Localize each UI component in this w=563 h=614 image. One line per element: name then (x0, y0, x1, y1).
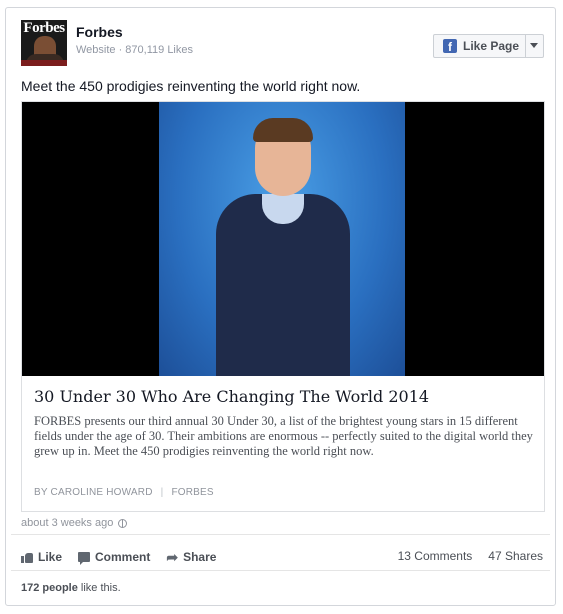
share-button[interactable]: ➦ Share (166, 550, 216, 564)
post-timestamp[interactable]: about 3 weeks ago (21, 517, 128, 529)
comments-count-link[interactable]: 13 Comments (398, 549, 473, 563)
like-page-button[interactable]: f Like Page (433, 34, 544, 58)
link-attachment[interactable]: 30 Under 30 Who Are Changing The World 2… (21, 101, 545, 512)
byline-separator: | (160, 487, 164, 498)
like-page-label: Like Page (463, 39, 520, 53)
likes-count-link[interactable]: 172 people (21, 582, 78, 594)
share-arrow-icon: ➦ (166, 549, 179, 565)
caret-down-icon[interactable] (530, 43, 538, 48)
like-button[interactable]: Like (21, 550, 62, 564)
likes-summary: 172 people like this. (21, 582, 121, 594)
divider (11, 570, 550, 571)
article-byline: By Caroline Howard | Forbes (34, 487, 214, 498)
button-separator (525, 35, 526, 57)
action-bar: Like Comment ➦ Share (21, 549, 232, 565)
article-description: FORBES presents our third annual 30 Unde… (34, 414, 533, 458)
facebook-post-card: Forbes Forbes Website · 870,119 Likes f … (5, 7, 556, 606)
page-meta: Website · 870,119 Likes (76, 44, 193, 56)
page-avatar[interactable]: Forbes (21, 20, 67, 66)
engagement-counts: 13 Comments 47 Shares (382, 549, 543, 563)
article-title[interactable]: 30 Under 30 Who Are Changing The World 2… (34, 387, 534, 406)
article-photo[interactable] (22, 102, 544, 376)
comment-label: Comment (95, 550, 151, 564)
article-source: Forbes (171, 487, 214, 498)
divider (11, 534, 550, 535)
page-name-link[interactable]: Forbes (76, 24, 123, 40)
speech-bubble-icon (78, 552, 91, 565)
like-label: Like (38, 550, 63, 564)
article-author: By Caroline Howard (34, 487, 153, 498)
timestamp-text: about 3 weeks ago (21, 517, 114, 529)
likes-suffix: like this. (77, 582, 121, 594)
share-label: Share (183, 550, 217, 564)
forbes-logo: Forbes (23, 20, 65, 36)
facebook-f-icon: f (443, 39, 457, 54)
shares-count-link[interactable]: 47 Shares (488, 549, 543, 563)
thumbs-up-icon (21, 552, 33, 563)
globe-icon (118, 518, 128, 528)
avatar-strip (21, 60, 67, 66)
post-message: Meet the 450 prodigies reinventing the w… (21, 78, 361, 94)
person-hair (253, 118, 313, 142)
comment-button[interactable]: Comment (78, 550, 151, 565)
